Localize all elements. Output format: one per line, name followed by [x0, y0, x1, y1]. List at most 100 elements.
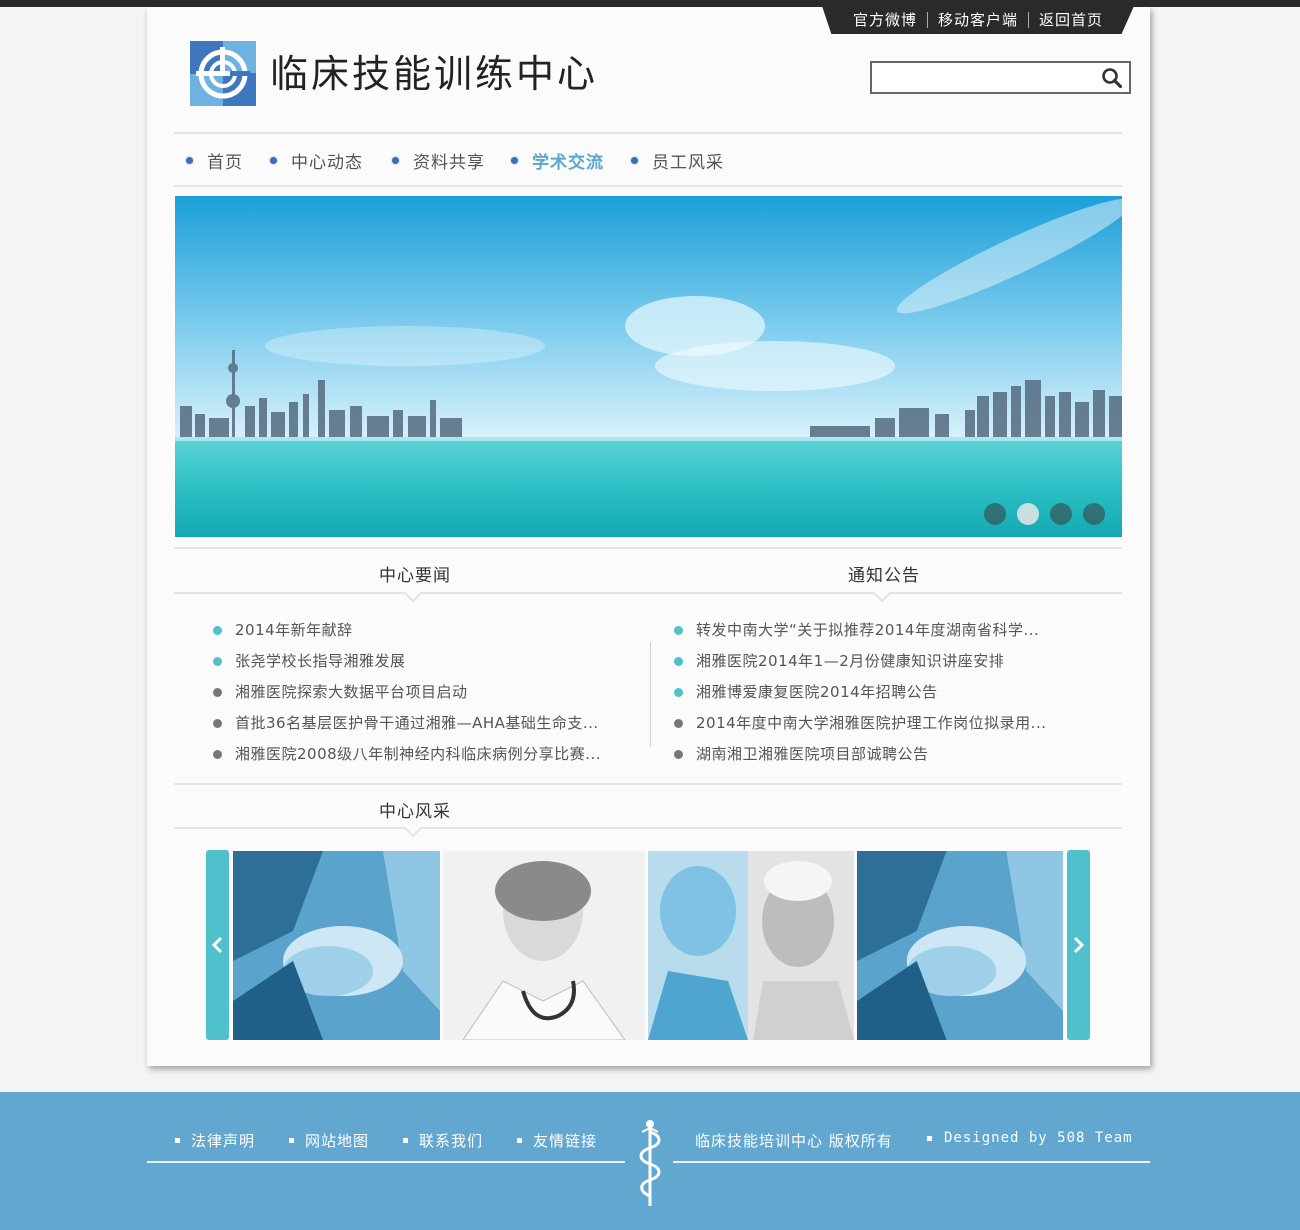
notice-item-text: 湖南湘卫湘雅医院项目部诚聘公告: [696, 745, 929, 763]
news-item-text: 湘雅医院探索大数据平台项目启动: [235, 683, 468, 701]
top-strip: [0, 0, 1300, 7]
carousel-next-button[interactable]: [1067, 850, 1090, 1040]
bullet-icon: [213, 688, 222, 697]
news-item-text: 张尧学校长指导湘雅发展: [235, 652, 406, 670]
notice-item[interactable]: 湖南湘卫湘雅医院项目部诚聘公告: [674, 739, 1046, 770]
footer-link-friends[interactable]: 友情链接: [517, 1130, 597, 1151]
bullet-icon: [674, 688, 683, 697]
nav-bullet-icon: [511, 156, 518, 164]
chevron-right-icon: [1073, 936, 1085, 954]
notice-item-text: 湘雅医院2014年1—2月份健康知识讲座安排: [696, 652, 1005, 670]
news-section-title: 中心要闻: [379, 566, 451, 586]
news-item[interactable]: 2014年新年献辞: [213, 615, 601, 646]
nav-item-resources[interactable]: 资料共享: [392, 146, 485, 174]
gallery-section-title: 中心风采: [379, 802, 451, 822]
square-bullet-icon: [927, 1135, 932, 1141]
nav-item-label: 学术交流: [532, 152, 604, 173]
column-divider: [650, 642, 651, 747]
square-bullet-icon: [403, 1138, 408, 1143]
banner-dot[interactable]: [1083, 503, 1105, 525]
top-link-weibo[interactable]: 官方微博: [843, 11, 927, 29]
news-item-text: 2014年新年献辞: [235, 621, 353, 639]
square-bullet-icon: [517, 1138, 522, 1143]
banner-pager: [984, 503, 1116, 525]
news-item[interactable]: 湘雅医院探索大数据平台项目启动: [213, 677, 601, 708]
nav-item-staff[interactable]: 员工风采: [631, 146, 724, 174]
gallery-divider-bottom: [174, 827, 1122, 829]
nav-bullet-icon: [631, 156, 638, 164]
notice-item[interactable]: 湘雅博爱康复医院2014年招聘公告: [674, 677, 1046, 708]
news-item-text: 湘雅医院2008级八年制神经内科临床病例分享比赛...: [235, 745, 601, 763]
nav-item-label: 首页: [207, 152, 243, 173]
bullet-icon: [674, 626, 683, 635]
notice-item[interactable]: 2014年度中南大学湘雅医院护理工作岗位拟录用...: [674, 708, 1046, 739]
nav-item-label: 员工风采: [652, 152, 724, 173]
footer-link-label: 法律声明: [191, 1132, 256, 1150]
notices-section-title: 通知公告: [848, 566, 920, 586]
notices-notch-icon: [873, 592, 891, 602]
notice-item-text: 转发中南大学“关于拟推荐2014年度湖南省科学...: [696, 621, 1040, 639]
bullet-icon: [213, 750, 222, 759]
banner-dot[interactable]: [1050, 503, 1072, 525]
bullet-icon: [674, 657, 683, 666]
nav-item-academic[interactable]: 学术交流: [511, 146, 604, 174]
bullet-icon: [213, 657, 222, 666]
search-icon[interactable]: [1101, 67, 1123, 89]
photo-handshake[interactable]: [233, 851, 440, 1040]
nav-divider-top: [174, 132, 1122, 134]
footer-link-contact[interactable]: 联系我们: [403, 1130, 483, 1151]
banner-dot[interactable]: [984, 503, 1006, 525]
footer-link-sitemap[interactable]: 网站地图: [289, 1130, 369, 1151]
photo-nurse-patient[interactable]: [648, 851, 854, 1040]
search-box: [870, 61, 1131, 94]
footer-line-left: [147, 1161, 625, 1163]
footer-link-label: 友情链接: [533, 1132, 598, 1150]
notice-item[interactable]: 湘雅医院2014年1—2月份健康知识讲座安排: [674, 646, 1046, 677]
section-divider-top: [174, 547, 1122, 549]
photo-handshake-2[interactable]: [857, 851, 1063, 1040]
news-item[interactable]: 张尧学校长指导湘雅发展: [213, 646, 601, 677]
carousel-prev-button[interactable]: [206, 850, 229, 1040]
nav-bullet-icon: [186, 156, 193, 164]
caduceus-icon: [639, 1120, 661, 1206]
chevron-left-icon: [211, 936, 223, 954]
news-list: 2014年新年献辞 张尧学校长指导湘雅发展 湘雅医院探索大数据平台项目启动 首批…: [213, 615, 601, 770]
notices-list: 转发中南大学“关于拟推荐2014年度湖南省科学... 湘雅医院2014年1—2月…: [674, 615, 1046, 770]
square-bullet-icon: [175, 1138, 180, 1143]
bullet-icon: [213, 626, 222, 635]
footer-line-right: [673, 1161, 1150, 1163]
top-link-home[interactable]: 返回首页: [1029, 11, 1113, 29]
square-bullet-icon: [289, 1138, 294, 1143]
gallery-notch-icon: [404, 827, 422, 837]
nav-item-label: 中心动态: [291, 152, 363, 173]
gallery-divider-top: [174, 783, 1122, 785]
nav-divider-bottom: [174, 185, 1122, 187]
site-title: 临床技能训练中心: [270, 52, 599, 96]
nav-bullet-icon: [392, 156, 399, 164]
notice-item-text: 2014年度中南大学湘雅医院护理工作岗位拟录用...: [696, 714, 1047, 732]
search-input[interactable]: [878, 63, 1102, 92]
footer-designer: Designed by 508 Team: [927, 1130, 1133, 1146]
top-link-mobile[interactable]: 移动客户端: [928, 11, 1028, 29]
nav-item-center-news[interactable]: 中心动态: [270, 146, 363, 174]
footer-designer-label: Designed by 508 Team: [944, 1130, 1133, 1146]
news-item[interactable]: 湘雅医院2008级八年制神经内科临床病例分享比赛...: [213, 739, 601, 770]
notice-item-text: 湘雅博爱康复医院2014年招聘公告: [696, 683, 938, 701]
news-item-text: 首批36名基层医护骨干通过湘雅—AHA基础生命支...: [235, 714, 599, 732]
notice-item[interactable]: 转发中南大学“关于拟推荐2014年度湖南省科学...: [674, 615, 1046, 646]
footer-link-legal[interactable]: 法律声明: [175, 1130, 255, 1151]
photo-doctor[interactable]: [443, 851, 645, 1040]
nav-bullet-icon: [270, 156, 277, 164]
banner-image: [175, 196, 1122, 537]
news-item[interactable]: 首批36名基层医护骨干通过湘雅—AHA基础生命支...: [213, 708, 601, 739]
section-divider-bottom: [174, 592, 1122, 594]
top-links-bar: 官方微博 移动客户端 返回首页: [822, 6, 1134, 34]
bullet-icon: [674, 750, 683, 759]
footer-copyright: 临床技能培训中心 版权所有: [695, 1132, 893, 1150]
site-logo[interactable]: [190, 41, 256, 106]
nav-item-home[interactable]: 首页: [186, 146, 243, 174]
banner-dot-active[interactable]: [1017, 503, 1039, 525]
footer-link-label: 联系我们: [419, 1132, 484, 1150]
photo-carousel: [206, 850, 1090, 1040]
footer-link-label: 网站地图: [305, 1132, 370, 1150]
